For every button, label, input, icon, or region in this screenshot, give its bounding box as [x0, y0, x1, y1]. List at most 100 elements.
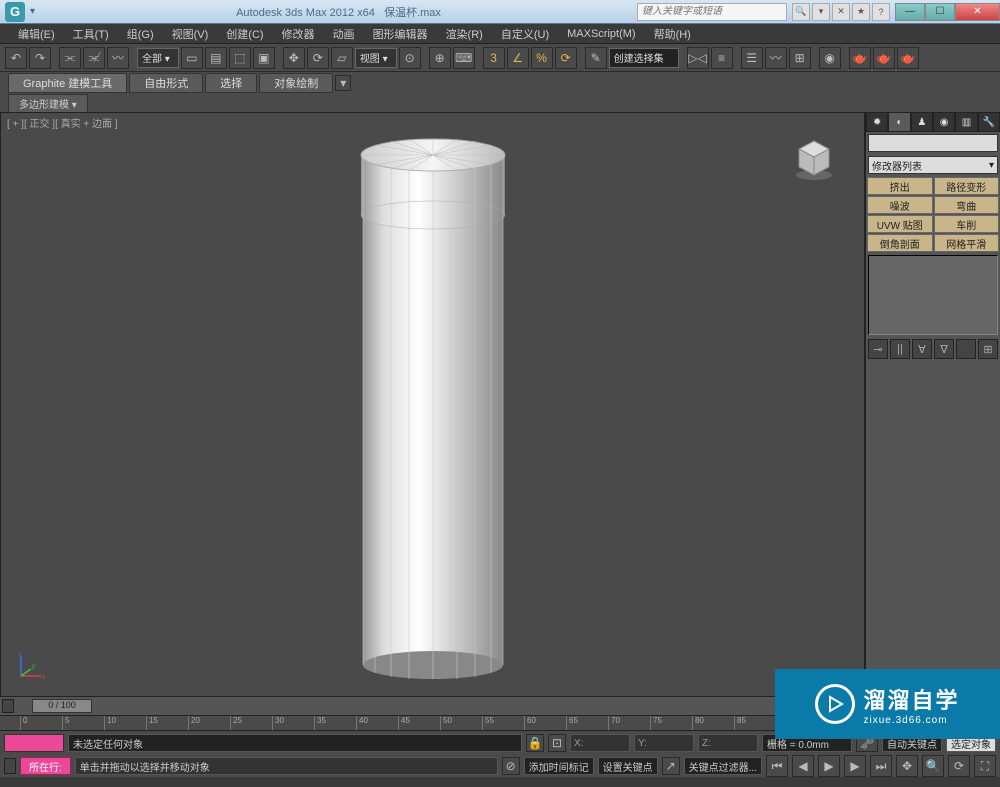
ribbon-tab-graphite[interactable]: Graphite 建模工具: [8, 73, 127, 93]
rotate-button[interactable]: ⟳: [307, 47, 329, 69]
stack-show-button[interactable]: ||: [890, 339, 910, 359]
mod-bend[interactable]: 弯曲: [934, 196, 1000, 214]
unlink-button[interactable]: ⫘̸: [83, 47, 105, 69]
search-icon[interactable]: 🔍: [792, 3, 810, 21]
nav-orbit-button[interactable]: ⟳: [948, 755, 970, 777]
angle-snap-button[interactable]: ∠: [507, 47, 529, 69]
viewport-label[interactable]: [ + ][ 正交 ][ 真实 + 边面 ]: [7, 115, 118, 130]
named-sel-edit-button[interactable]: ✎: [585, 47, 607, 69]
schematic-button[interactable]: ⊞: [789, 47, 811, 69]
render-button[interactable]: 🫖: [897, 47, 919, 69]
render-setup-button[interactable]: 🫖: [849, 47, 871, 69]
coord-z[interactable]: Z:: [698, 734, 758, 752]
refcoord-dropdown[interactable]: 视图 ▾: [355, 48, 397, 68]
percent-snap-button[interactable]: %: [531, 47, 553, 69]
panel-tab-modify[interactable]: ◐: [888, 112, 910, 132]
setkey-button[interactable]: 设置关键点: [598, 757, 658, 775]
cylinder-object[interactable]: [353, 125, 513, 685]
key-filters-button[interactable]: 关键点过滤器...: [684, 757, 762, 775]
curve-editor-button[interactable]: 〰: [765, 47, 787, 69]
maximize-button[interactable]: ☐: [925, 3, 955, 21]
prompt-label[interactable]: 所在行:: [20, 757, 71, 775]
time-slider-thumb[interactable]: 0 / 100: [32, 699, 92, 713]
app-icon[interactable]: G: [5, 2, 25, 22]
panel-tab-create[interactable]: ✹: [866, 112, 888, 132]
viewcube[interactable]: [789, 133, 839, 183]
menu-modifiers[interactable]: 修改器: [274, 24, 323, 44]
menu-maxscript[interactable]: MAXScript(M): [559, 26, 643, 42]
keyboard-shortcut-button[interactable]: ⌨: [453, 47, 475, 69]
menu-customize[interactable]: 自定义(U): [493, 24, 557, 44]
menu-tools[interactable]: 工具(T): [65, 24, 117, 44]
panel-tab-utilities[interactable]: 🔧: [978, 112, 1000, 132]
mod-uvwmap[interactable]: UVW 贴图: [867, 215, 933, 233]
nav-pan-button[interactable]: ✥: [896, 755, 918, 777]
selection-filter-dropdown[interactable]: 全部 ▾: [137, 48, 179, 68]
mod-bevelprofile[interactable]: 倒角剖面: [867, 234, 933, 252]
help-icon[interactable]: ?: [872, 3, 890, 21]
prev-frame-button[interactable]: ◀: [792, 755, 814, 777]
mod-pathdeform[interactable]: 路径变形: [934, 177, 1000, 195]
help-search-input[interactable]: [637, 3, 787, 21]
menu-group[interactable]: 组(G): [119, 24, 162, 44]
move-button[interactable]: ✥: [283, 47, 305, 69]
manipulate-button[interactable]: ⊕: [429, 47, 451, 69]
menu-grapheditors[interactable]: 图形编辑器: [365, 24, 436, 44]
ribbon-tab-selection[interactable]: 选择: [205, 73, 257, 93]
minimize-button[interactable]: —: [895, 3, 925, 21]
panel-tab-hierarchy[interactable]: ♟: [911, 112, 933, 132]
time-slider-left-button[interactable]: [2, 699, 14, 713]
scale-button[interactable]: ▱: [331, 47, 353, 69]
spinner-snap-button[interactable]: ⟳: [555, 47, 577, 69]
signin-icon[interactable]: ▾: [812, 3, 830, 21]
goto-end-button[interactable]: ⏭: [870, 755, 892, 777]
stack-remove-button[interactable]: ∇: [934, 339, 954, 359]
coord-y[interactable]: Y:: [634, 734, 694, 752]
modifier-list-dropdown[interactable]: 修改器列表▾: [868, 156, 998, 174]
stack-pin-button[interactable]: ⊸: [868, 339, 888, 359]
mod-noise[interactable]: 噪波: [867, 196, 933, 214]
lock-selection-icon[interactable]: 🔒: [526, 734, 544, 752]
menu-create[interactable]: 创建(C): [218, 24, 271, 44]
layers-button[interactable]: ☰: [741, 47, 763, 69]
render-frame-button[interactable]: 🫖: [873, 47, 895, 69]
goto-start-button[interactable]: ⏮: [766, 755, 788, 777]
panel-tab-display[interactable]: ▥: [955, 112, 977, 132]
select-button[interactable]: ▭: [181, 47, 203, 69]
viewport[interactable]: [ + ][ 正交 ][ 真实 + 边面 ]: [0, 112, 865, 697]
bind-spacewarp-button[interactable]: 〰: [107, 47, 129, 69]
next-frame-button[interactable]: ▶: [844, 755, 866, 777]
panel-tab-motion[interactable]: ◉: [933, 112, 955, 132]
exchange-icon[interactable]: ✕: [832, 3, 850, 21]
mirror-button[interactable]: ▷◁: [687, 47, 709, 69]
mod-lathe[interactable]: 车削: [934, 215, 1000, 233]
coord-x[interactable]: X:: [570, 734, 630, 752]
mod-extrude[interactable]: 挤出: [867, 177, 933, 195]
menu-animation[interactable]: 动画: [325, 24, 363, 44]
ribbon-tab-paint[interactable]: 对象绘制: [259, 73, 333, 93]
stack-unique-button[interactable]: ∀: [912, 339, 932, 359]
pivot-button[interactable]: ⊙: [399, 47, 421, 69]
ribbon-tab-freeform[interactable]: 自由形式: [129, 73, 203, 93]
object-name-field[interactable]: [868, 134, 998, 152]
listener-toggle-icon[interactable]: [4, 758, 16, 774]
nav-max-button[interactable]: ⛶: [974, 755, 996, 777]
redo-button[interactable]: ↷: [29, 47, 51, 69]
window-crossing-button[interactable]: ▣: [253, 47, 275, 69]
abs-transform-icon[interactable]: ⊡: [548, 734, 566, 752]
menu-edit[interactable]: 编辑(E): [10, 24, 63, 44]
snap-2d-button[interactable]: 3: [483, 47, 505, 69]
menu-view[interactable]: 视图(V): [164, 24, 217, 44]
modifier-stack[interactable]: [868, 255, 998, 335]
play-button[interactable]: ▶: [818, 755, 840, 777]
link-button[interactable]: ⫘: [59, 47, 81, 69]
menu-render[interactable]: 渲染(R): [438, 24, 491, 44]
undo-button[interactable]: ↶: [5, 47, 27, 69]
ribbon-poly-model-dropdown[interactable]: 多边形建模 ▾: [8, 94, 88, 113]
time-tag-icon[interactable]: ⊘: [502, 757, 520, 775]
setkey-icon[interactable]: ↗: [662, 757, 680, 775]
material-editor-button[interactable]: ◉: [819, 47, 841, 69]
menu-help[interactable]: 帮助(H): [646, 24, 699, 44]
mod-meshsmooth[interactable]: 网格平滑: [934, 234, 1000, 252]
add-time-tag[interactable]: 添加时间标记: [524, 757, 594, 775]
